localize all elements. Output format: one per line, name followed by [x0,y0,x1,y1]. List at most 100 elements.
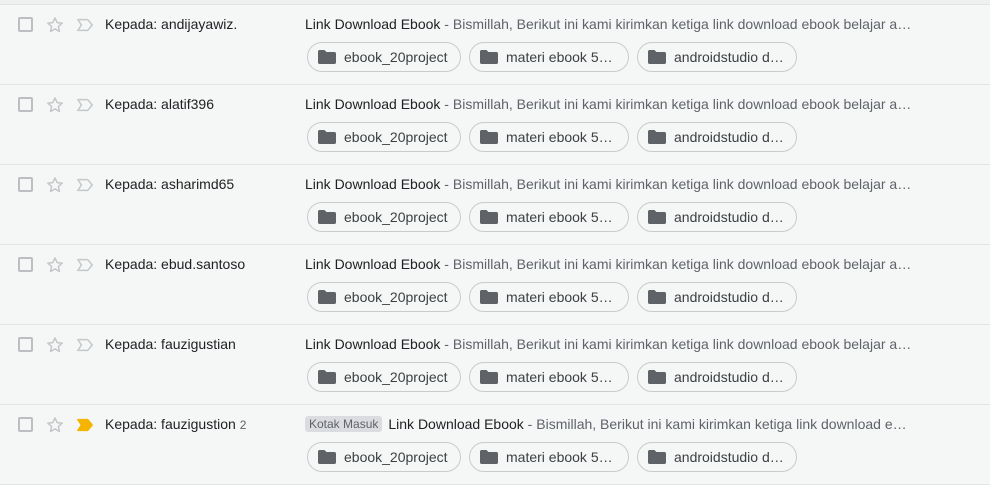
attachment-name: ebook_20project [344,129,448,145]
attachment-name: androidstudio d… [674,369,784,385]
email-row[interactable]: Kepada: ebud.santoso Link Download Ebook… [0,245,990,325]
email-row[interactable]: Kepada: fauzigustian Link Download Ebook… [0,325,990,405]
attachment-chip[interactable]: materi ebook 5 … [469,362,629,392]
attachment-chip[interactable]: ebook_20project [307,362,461,392]
sender-name: Kepada: ebud.santoso [105,256,246,272]
attachment-chip[interactable]: androidstudio d… [637,362,797,392]
sender-name: Kepada: fauzigustian [105,336,236,352]
attachment-name: ebook_20project [344,449,448,465]
attachment-chip[interactable]: materi ebook 5 … [469,442,629,472]
importance-marker-icon[interactable] [76,337,94,353]
importance-marker-icon[interactable] [76,177,94,193]
attachment-chip[interactable]: androidstudio d… [637,442,797,472]
attachment-name: materi ebook 5 … [506,209,616,225]
folder-icon [318,210,336,224]
attachment-name: androidstudio d… [674,129,784,145]
attachment-name: ebook_20project [344,369,448,385]
attachment-chips: ebook_20project materi ebook 5 … android… [307,42,797,72]
checkbox-icon[interactable] [18,177,33,192]
attachment-chip[interactable]: materi ebook 5 … [469,202,629,232]
attachment-name: ebook_20project [344,209,448,225]
sender-name: Kepada: alatif396 [105,96,214,112]
folder-icon [480,290,498,304]
attachment-chip[interactable]: ebook_20project [307,282,461,312]
attachment-name: materi ebook 5 … [506,369,616,385]
separator: - [440,96,453,112]
sender-name: Kepada: fauzigustion 2 [105,416,247,432]
attachment-chip[interactable]: ebook_20project [307,442,461,472]
subject-snippet[interactable]: Link Download Ebook - Bismillah, Berikut… [305,255,925,273]
sender-name: Kepada: andijayawiz. [105,16,238,32]
checkbox-icon[interactable] [18,257,33,272]
preview-text: Bismillah, Berikut ini kami kirimkan ket… [536,416,907,432]
subject-snippet[interactable]: Link Download Ebook - Bismillah, Berikut… [305,175,925,193]
star-icon[interactable] [45,95,65,115]
attachment-chip[interactable]: ebook_20project [307,42,461,72]
star-icon[interactable] [45,175,65,195]
attachment-name: androidstudio d… [674,209,784,225]
attachment-chips: ebook_20project materi ebook 5 … android… [307,282,797,312]
email-row[interactable]: Kepada: fauzigustion 2 Kotak Masuk Link Do… [0,405,990,485]
checkbox-icon[interactable] [18,337,33,352]
subject: Link Download Ebook [305,336,441,352]
attachment-name: androidstudio d… [674,449,784,465]
attachment-chips: ebook_20project materi ebook 5 … android… [307,122,797,152]
separator: - [440,336,453,352]
separator: - [440,16,453,32]
preview-text: Bismillah, Berikut ini kami kirimkan ket… [452,16,912,32]
attachment-chips: ebook_20project materi ebook 5 … android… [307,362,797,392]
checkbox-icon[interactable] [18,17,33,32]
star-icon[interactable] [45,415,65,435]
email-row[interactable]: Kepada: asharimd65 Link Download Ebook -… [0,165,990,245]
subject-snippet[interactable]: Link Download Ebook - Bismillah, Berikut… [305,95,925,113]
attachment-chip[interactable]: androidstudio d… [637,202,797,232]
subject: Link Download Ebook [305,176,441,192]
attachment-chip[interactable]: materi ebook 5 … [469,282,629,312]
subject: Link Download Ebook [388,416,524,432]
attachment-name: ebook_20project [344,49,448,65]
attachment-chip[interactable]: androidstudio d… [637,122,797,152]
separator: - [523,416,537,432]
checkbox-icon[interactable] [18,97,33,112]
importance-marker-icon[interactable] [76,257,94,273]
folder-icon [648,210,666,224]
checkbox-icon[interactable] [18,417,33,432]
folder-icon [480,450,498,464]
email-row[interactable]: Kepada: alatif396 Link Download Ebook - … [0,85,990,165]
importance-marker-icon[interactable] [76,17,94,33]
thread-count: 2 [239,418,247,432]
folder-icon [648,290,666,304]
attachment-chip[interactable]: materi ebook 5 … [469,42,629,72]
subject-snippet[interactable]: Link Download Ebook - Bismillah, Berikut… [305,335,925,353]
separator: - [440,176,453,192]
separator: - [440,256,453,272]
preview-text: Bismillah, Berikut ini kami kirimkan ket… [452,176,912,192]
attachment-chip[interactable]: ebook_20project [307,122,461,152]
subject: Link Download Ebook [305,16,441,32]
folder-icon [648,50,666,64]
subject: Link Download Ebook [305,96,441,112]
subject-snippet[interactable]: Kotak Masuk Link Download Ebook - Bismill… [305,415,925,433]
folder-icon [318,370,336,384]
importance-marker-icon[interactable] [76,97,94,113]
label-chip-inbox[interactable]: Kotak Masuk [305,416,383,432]
preview-text: Bismillah, Berikut ini kami kirimkan ket… [452,96,912,112]
folder-icon [648,450,666,464]
subject-snippet[interactable]: Link Download Ebook - Bismillah, Berikut… [305,15,925,33]
attachment-name: materi ebook 5 … [506,49,616,65]
attachment-chip[interactable]: androidstudio d… [637,42,797,72]
attachment-name: materi ebook 5 … [506,449,616,465]
attachment-chip[interactable]: ebook_20project [307,202,461,232]
star-icon[interactable] [45,255,65,275]
folder-icon [480,50,498,64]
attachment-chip[interactable]: androidstudio d… [637,282,797,312]
star-icon[interactable] [45,335,65,355]
star-icon[interactable] [45,15,65,35]
attachment-chip[interactable]: materi ebook 5 … [469,122,629,152]
folder-icon [648,370,666,384]
attachment-chips: ebook_20project materi ebook 5 … android… [307,202,797,232]
folder-icon [480,130,498,144]
importance-marker-icon[interactable] [76,417,94,433]
folder-icon [318,450,336,464]
email-row[interactable]: Kepada: andijayawiz. Link Download Ebook… [0,5,990,85]
